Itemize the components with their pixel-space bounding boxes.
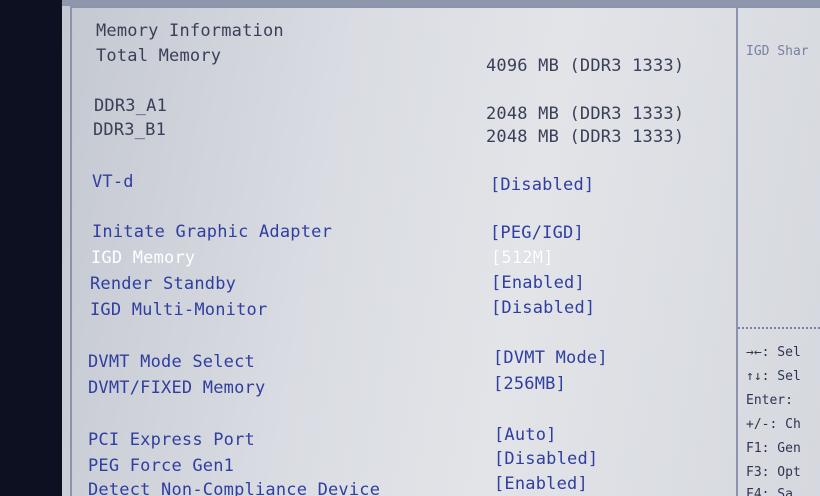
ddr3-b1-value: 2048 MB (DDR3 1333) xyxy=(486,127,685,147)
help-key-enter: Enter: xyxy=(746,393,793,408)
help-panel-divider xyxy=(736,8,738,496)
memory-info-heading: Memory Information xyxy=(96,21,284,41)
help-key-f3: F3: Opt xyxy=(746,465,801,480)
setting-dvmt-fixed-memory-label[interactable]: DVMT/FIXED Memory xyxy=(88,378,265,398)
setting-igd-multi-monitor-value[interactable]: [Disabled] xyxy=(491,298,595,318)
setting-dvmt-mode-select-label[interactable]: DVMT Mode Select xyxy=(88,352,255,372)
setting-detect-non-compliance-device-value[interactable]: [Enabled] xyxy=(494,474,588,494)
setting-detect-non-compliance-device-label[interactable]: Detect Non-Compliance Device xyxy=(88,480,380,496)
setting-pci-express-port-label[interactable]: PCI Express Port xyxy=(88,430,255,450)
total-memory-value: 4096 MB (DDR3 1333) xyxy=(486,56,685,76)
bios-screen: Memory Information Total Memory 4096 MB … xyxy=(62,0,820,496)
setting-vt-d-label[interactable]: VT-d xyxy=(92,172,134,192)
setting-vt-d-value[interactable]: [Disabled] xyxy=(490,175,594,195)
setting-render-standby-value[interactable]: [Enabled] xyxy=(491,273,585,293)
setting-dvmt-fixed-memory-value[interactable]: [256MB] xyxy=(493,374,566,394)
ddr3-a1-label: DDR3_A1 xyxy=(94,96,168,116)
setting-igd-memory-value[interactable]: [512M] xyxy=(491,248,554,268)
help-key-f4: F4: Sa xyxy=(746,487,793,496)
setting-peg-force-gen1-label[interactable]: PEG Force Gen1 xyxy=(88,456,234,476)
setting-render-standby-label[interactable]: Render Standby xyxy=(90,274,236,294)
setting-peg-force-gen1-value[interactable]: [Disabled] xyxy=(494,449,598,469)
ddr3-a1-value: 2048 MB (DDR3 1333) xyxy=(486,104,685,124)
total-memory-label: Total Memory xyxy=(96,46,222,66)
help-key-select-item: ↑↓: Sel xyxy=(746,369,801,384)
help-panel-separator xyxy=(738,327,820,330)
main-panel-top-border xyxy=(70,6,820,8)
setting-pci-express-port-value[interactable]: [Auto] xyxy=(494,425,557,445)
setting-initate-graphic-adapter-label[interactable]: Initate Graphic Adapter xyxy=(92,222,332,242)
help-description: IGD Shar xyxy=(746,44,809,59)
main-panel-left-border xyxy=(70,6,72,496)
setting-igd-multi-monitor-label[interactable]: IGD Multi-Monitor xyxy=(90,300,267,320)
setting-dvmt-mode-select-value[interactable]: [DVMT Mode] xyxy=(493,348,608,368)
setting-initate-graphic-adapter-value[interactable]: [PEG/IGD] xyxy=(490,223,584,243)
help-key-f1: F1: Gen xyxy=(746,441,801,456)
help-key-change: +/-: Ch xyxy=(746,417,801,432)
setting-igd-memory-label[interactable]: IGD Memory xyxy=(91,248,195,268)
help-key-select-screen: →←: Sel xyxy=(746,345,801,360)
ddr3-b1-label: DDR3_B1 xyxy=(93,120,167,140)
